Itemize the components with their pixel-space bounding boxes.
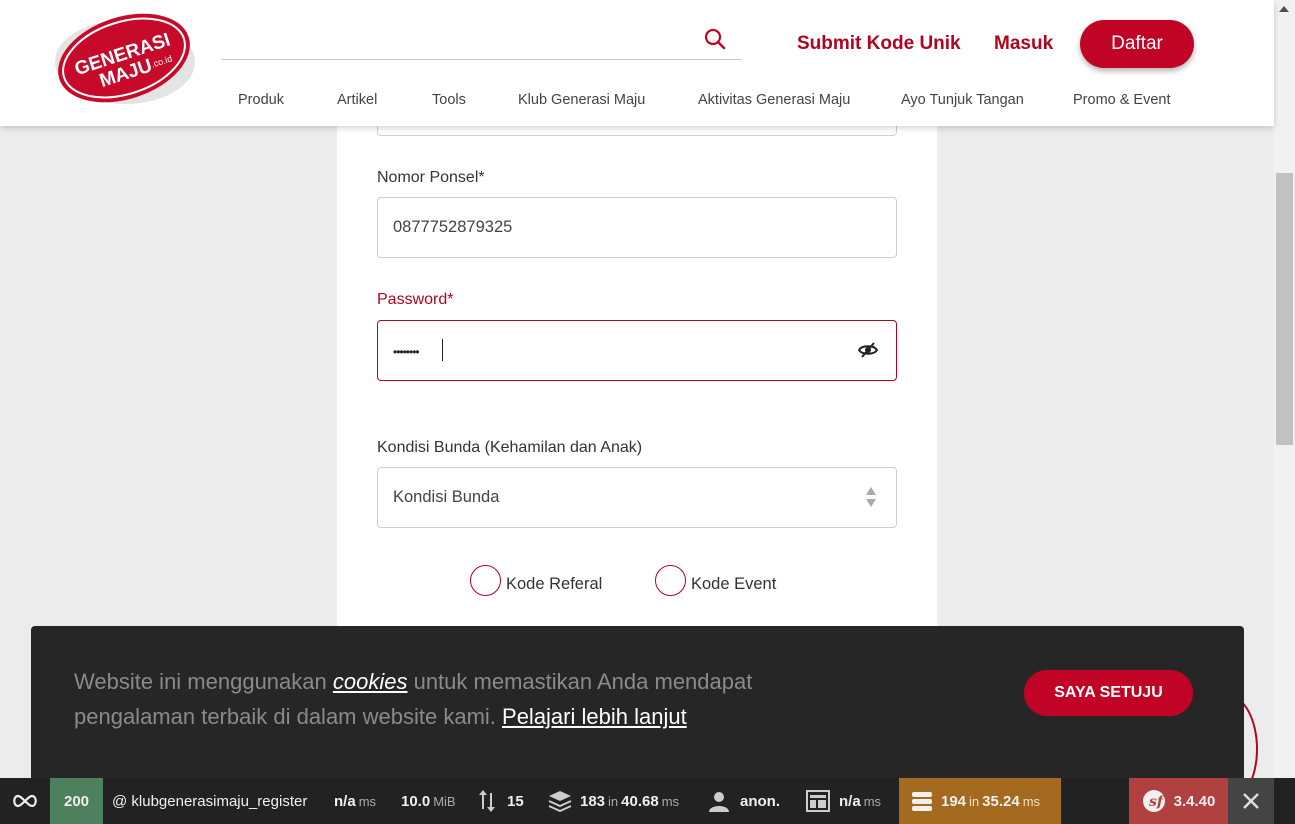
kode-referal-option[interactable]: Kode Referal bbox=[470, 564, 602, 596]
route-name[interactable]: @ klubgenerasimaju_register bbox=[112, 778, 307, 824]
kode-event-label: Kode Event bbox=[691, 574, 777, 593]
eye-slash-icon[interactable] bbox=[858, 341, 878, 359]
toolbar-logo[interactable] bbox=[0, 778, 50, 824]
kode-event-radio[interactable] bbox=[655, 564, 686, 596]
infinity-icon bbox=[13, 794, 37, 808]
kode-event-option[interactable]: Kode Event bbox=[655, 564, 776, 596]
cookie-message: Website ini menggunakan cookies untuk me… bbox=[74, 669, 753, 729]
nav-item-artikel[interactable]: Artikel bbox=[337, 92, 377, 108]
toolbar-close-button[interactable] bbox=[1228, 778, 1274, 824]
scroll-thumb[interactable] bbox=[1276, 173, 1293, 445]
request-time[interactable]: n/a ms bbox=[334, 778, 376, 824]
nav-item-produk[interactable]: Produk bbox=[238, 92, 284, 108]
template-icon bbox=[806, 790, 830, 812]
status-code-badge[interactable]: 200 bbox=[50, 778, 103, 824]
phone-value: 0877752879325 bbox=[393, 218, 513, 236]
page-scrollbar[interactable] bbox=[1274, 0, 1295, 778]
main-nav: Produk Artikel Tools Klub Generasi Maju … bbox=[0, 92, 1274, 112]
layers-icon bbox=[548, 791, 572, 812]
condition-label: Kondisi Bunda (Kehamilan dan Anak) bbox=[377, 439, 643, 456]
scroll-up-arrow-icon[interactable] bbox=[1279, 6, 1289, 12]
close-icon bbox=[1243, 793, 1259, 809]
phone-label: Nomor Ponsel* bbox=[377, 169, 485, 186]
database-stats[interactable]: 194 in 35.24 ms bbox=[899, 778, 1061, 824]
twig-time[interactable]: n/a ms bbox=[806, 778, 881, 824]
text-caret bbox=[442, 339, 443, 361]
nav-item-tools[interactable]: Tools bbox=[432, 92, 466, 108]
nav-item-ayo-tunjuk-tangan[interactable]: Ayo Tunjuk Tangan bbox=[901, 92, 1024, 108]
database-icon bbox=[912, 792, 932, 811]
cookie-agree-button[interactable]: SAYA SETUJU bbox=[1024, 670, 1193, 716]
condition-select[interactable]: Kondisi Bunda bbox=[377, 467, 897, 528]
site-header: GENERASI MAJU .co.id Submit Kode Unik Ma… bbox=[0, 0, 1274, 126]
debug-toolbar: 200 @ klubgenerasimaju_register n/a ms 10… bbox=[0, 778, 1295, 824]
password-input[interactable]: •••••••• bbox=[377, 320, 897, 381]
cache-stats[interactable]: 183 in 40.68 ms bbox=[548, 778, 679, 824]
nav-item-aktivitas[interactable]: Aktivitas Generasi Maju bbox=[698, 92, 850, 108]
search-icon[interactable] bbox=[703, 27, 727, 51]
user-icon bbox=[709, 792, 729, 812]
memory-usage[interactable]: 10.0 MiB bbox=[401, 778, 456, 824]
previous-field-edge[interactable] bbox=[377, 126, 897, 136]
condition-placeholder: Kondisi Bunda bbox=[393, 488, 500, 506]
requests-count[interactable]: 15 bbox=[475, 778, 524, 824]
user-info[interactable]: anon. bbox=[708, 778, 780, 824]
symfony-version[interactable]: sf 3.4.40 bbox=[1129, 778, 1228, 824]
password-value: •••••••• bbox=[393, 345, 420, 359]
learn-more-link[interactable]: Pelajari lebih lanjut bbox=[502, 704, 687, 729]
nav-item-promo-event[interactable]: Promo & Event bbox=[1073, 92, 1171, 108]
ajax-arrows-icon bbox=[479, 790, 495, 812]
password-label: Password* bbox=[377, 291, 454, 308]
cookie-banner: Website ini menggunakan cookies untuk me… bbox=[31, 626, 1244, 786]
kode-referal-radio[interactable] bbox=[470, 564, 501, 596]
cookies-link[interactable]: cookies bbox=[333, 669, 408, 694]
phone-input[interactable]: 0877752879325 bbox=[377, 197, 897, 258]
search-input[interactable] bbox=[222, 59, 742, 60]
nav-item-klub[interactable]: Klub Generasi Maju bbox=[518, 92, 645, 108]
submit-kode-unik-link[interactable]: Submit Kode Unik bbox=[797, 33, 961, 55]
kode-referal-label: Kode Referal bbox=[506, 574, 603, 593]
symfony-icon: sf bbox=[1142, 790, 1166, 812]
masuk-link[interactable]: Masuk bbox=[994, 33, 1053, 55]
daftar-button[interactable]: Daftar bbox=[1080, 20, 1194, 68]
sort-arrows-icon bbox=[866, 487, 876, 507]
